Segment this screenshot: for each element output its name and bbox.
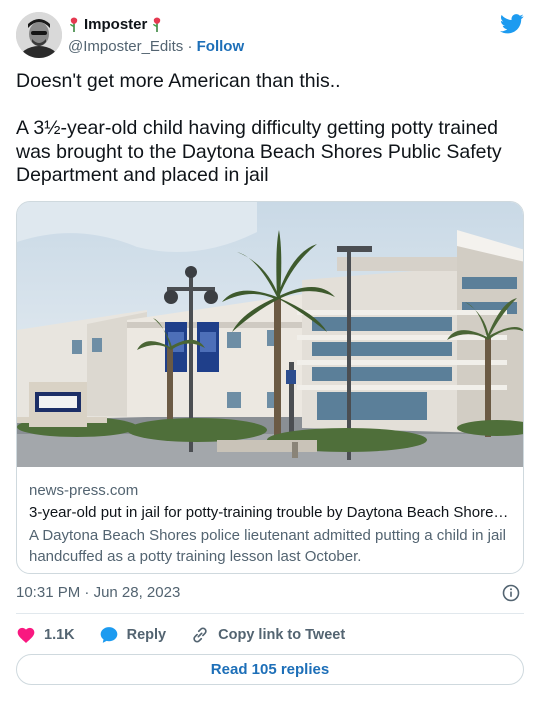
read-replies-button[interactable]: Read 105 replies — [16, 654, 524, 685]
link-title: 3-year-old put in jail for potty-trainin… — [29, 504, 513, 521]
reply-label: Reply — [126, 627, 167, 643]
copy-link-button[interactable]: Copy link to Tweet — [190, 625, 345, 645]
avatar-image — [16, 12, 62, 58]
info-icon[interactable] — [502, 584, 520, 602]
copy-link-label: Copy link to Tweet — [218, 627, 346, 643]
reply-bubble-icon — [99, 625, 119, 645]
tweet-text-line2: A 3½-year-old child having difficulty ge… — [16, 117, 502, 186]
like-button[interactable]: 1.1K — [16, 625, 75, 645]
tweet-text-line1: Doesn't get more American than this.. — [16, 70, 341, 92]
link-description: A Daytona Beach Shores police lieutenant… — [29, 527, 506, 565]
link-icon — [190, 625, 210, 645]
link-preview-meta: news-press.com 3-year-old put in jail fo… — [29, 481, 513, 567]
name-row: Imposter — [68, 15, 244, 35]
tweet-card: Imposter @Imposter_Edits · Follow Doesn'… — [0, 0, 540, 701]
follow-button[interactable]: Follow — [197, 38, 245, 55]
timestamp-date: Jun 28, 2023 — [93, 584, 181, 601]
timestamp-time: 10:31 PM — [16, 584, 81, 601]
display-name[interactable]: Imposter — [84, 15, 147, 35]
handle-separator: · — [187, 38, 193, 55]
rose-icon — [68, 17, 80, 33]
link-preview-card[interactable]: news-press.com 3-year-old put in jail fo… — [16, 201, 524, 574]
tweet-header: Imposter @Imposter_Edits · Follow — [16, 12, 524, 60]
tweet-text: Doesn't get more American than this.. A … — [16, 70, 524, 188]
action-bar: 1.1K Reply Copy link to Tweet — [16, 624, 369, 646]
heart-icon — [16, 625, 36, 645]
rose-icon — [151, 17, 163, 33]
reply-button[interactable]: Reply — [99, 625, 167, 645]
like-count: 1.1K — [44, 627, 75, 643]
timestamp-separator: · — [84, 584, 90, 601]
avatar[interactable] — [16, 12, 62, 58]
timestamp[interactable]: 10:31 PM · Jun 28, 2023 — [16, 583, 180, 603]
twitter-bird-icon[interactable] — [500, 14, 524, 34]
link-domain: news-press.com — [29, 482, 139, 499]
user-info: Imposter @Imposter_Edits · Follow — [68, 15, 244, 57]
link-preview-image[interactable] — [17, 202, 523, 467]
handle-row: @Imposter_Edits · Follow — [68, 37, 244, 57]
divider — [16, 613, 524, 614]
user-handle[interactable]: @Imposter_Edits — [68, 38, 183, 55]
